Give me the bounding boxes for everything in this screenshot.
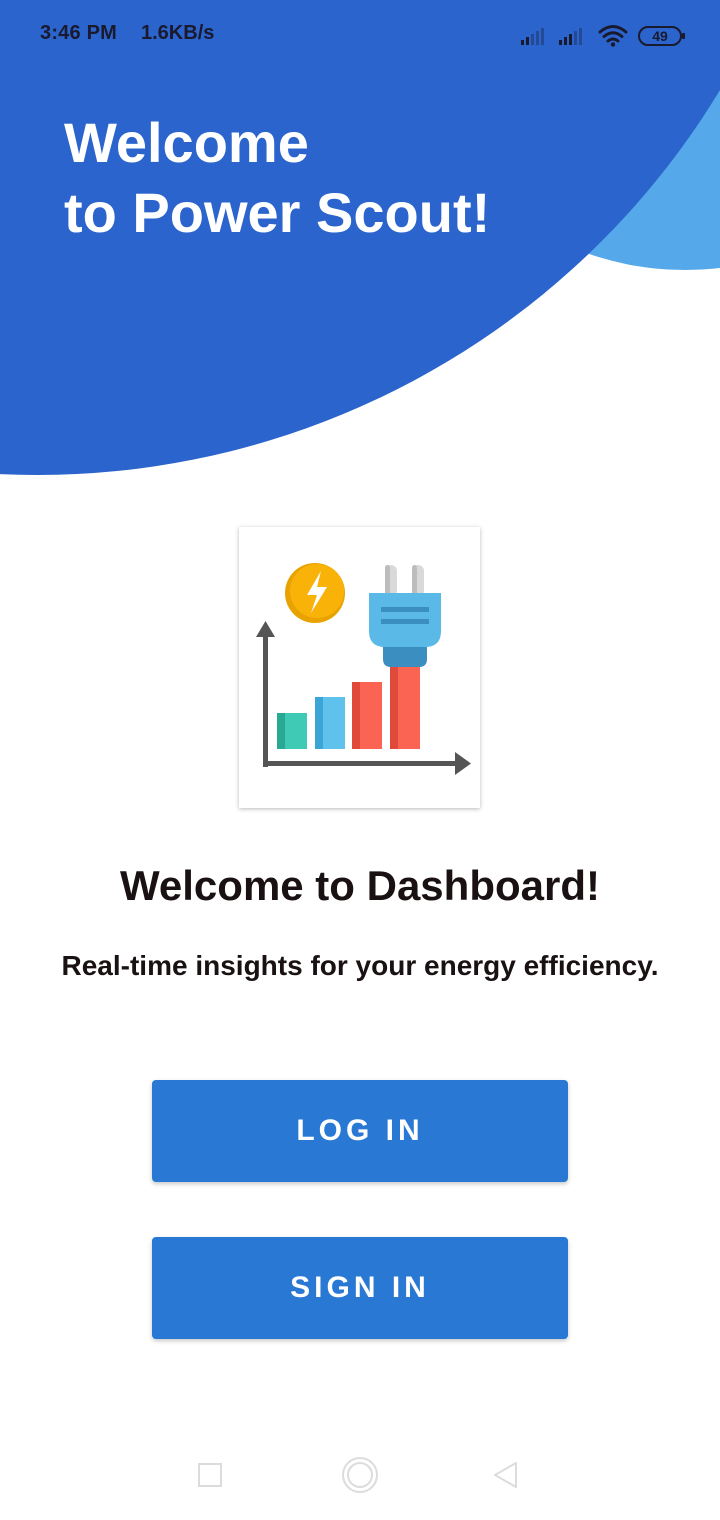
- dashboard-heading: Welcome to Dashboard!: [120, 862, 600, 909]
- battery-icon: 49: [638, 26, 685, 46]
- network-speed: 1.6KB/s: [141, 22, 215, 44]
- status-bar: 3:46 PM 1.6KB/s 49: [0, 0, 720, 72]
- back-icon[interactable]: [482, 1450, 532, 1500]
- log-in-button[interactable]: LOG IN: [152, 1080, 568, 1182]
- energy-chart-plug-icon: [256, 563, 471, 775]
- recent-apps-icon[interactable]: [185, 1450, 235, 1500]
- tagline-text: Real-time insights for your energy effic…: [61, 950, 659, 981]
- signal-icon: [521, 28, 544, 45]
- sign-in-button[interactable]: SIGN IN: [152, 1237, 568, 1339]
- wifi-icon: [598, 25, 628, 47]
- status-icons: 49: [520, 24, 690, 50]
- title-line-1: Welcome: [64, 111, 309, 174]
- signal-icon: [559, 28, 582, 45]
- home-icon[interactable]: [335, 1450, 385, 1500]
- system-nav-bar: [0, 1430, 720, 1520]
- status-time: 3:46 PM: [40, 22, 117, 44]
- welcome-screen: 3:46 PM 1.6KB/s 49 Welcome to Power Scou…: [0, 0, 720, 1520]
- illustration-card: [239, 527, 480, 808]
- app-welcome-title: Welcome to Power Scout!: [64, 108, 544, 248]
- title-line-2: to Power Scout!: [64, 181, 491, 244]
